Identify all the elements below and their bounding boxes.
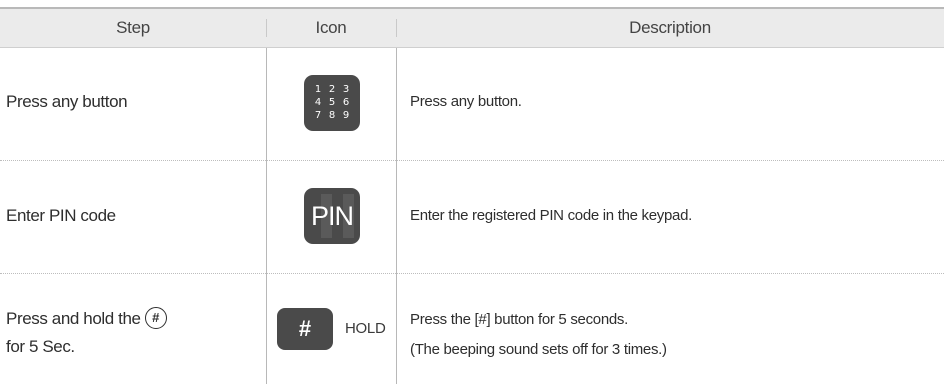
step-text: Press any button [6,92,128,111]
keypad-digits: 1 2 3 4 5 6 7 8 9 [304,75,360,131]
step-text: Enter PIN code [6,206,116,225]
hash-key-icon: # [144,306,167,329]
keypad-digit: 4 [314,97,322,108]
pin-icon-text: PIN [310,201,354,231]
instruction-table: Step Icon Description Press any button 1… [0,0,944,384]
pin-icon: PIN [304,188,360,244]
keypad-icon: 1 2 3 4 5 6 7 8 9 [304,75,360,131]
header-description: Description [629,18,711,37]
description-text: Enter the registered PIN code in the key… [410,207,692,224]
description-line1: Press the [#] button for 5 seconds. [410,311,628,328]
column-divider [396,48,397,384]
step-text: Press and hold the # for 5 Sec. [6,305,167,361]
header-icon: Icon [315,18,347,37]
keypad-digit: 7 [314,110,322,121]
header-step: Step [116,18,150,37]
keypad-digit: 9 [342,110,350,121]
hold-label: HOLD [345,320,386,337]
description-text: Press any button. [410,93,522,110]
hash-button-icon-text: # [298,316,312,341]
description-line2: (The beeping sound sets off for 3 times.… [410,341,667,358]
keypad-digit: 6 [342,97,350,108]
step-text-line1: Press and hold the [6,309,141,328]
hash-button-icon: # [277,308,333,350]
row-divider [0,160,944,161]
keypad-digit: 3 [342,84,350,95]
keypad-digit: 2 [328,84,336,95]
description-text: Press the [#] button for 5 seconds. (The… [410,305,667,365]
table-header: Step Icon Description [0,9,944,48]
keypad-digit: 5 [328,97,336,108]
step-text-line2: for 5 Sec. [6,337,75,356]
column-divider [266,48,267,384]
keypad-digit: 1 [314,84,322,95]
row-divider [0,273,944,274]
keypad-digit: 8 [328,110,336,121]
